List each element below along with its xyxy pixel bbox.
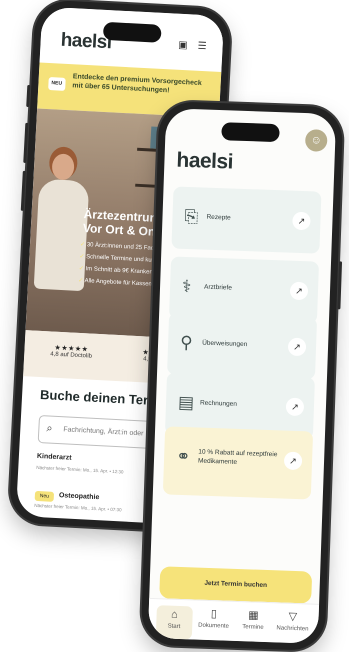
rating-doctolib: ★★★★★ 4,8 auf Doctolib [50, 343, 93, 360]
card-rabatt[interactable]: ⚭ 10 % Rabatt auf rezeptfreie Medikament… [162, 426, 314, 500]
arrow-up-right-icon: ↗ [292, 211, 311, 231]
book-appointment-button[interactable]: Jetzt Termin buchen [159, 566, 313, 604]
tab-termine[interactable]: ▦ Termine [235, 608, 272, 642]
documents-icon: ▯ [210, 608, 218, 621]
card-rezepte[interactable]: ⎘ Rezepte ↗ [171, 186, 322, 254]
appointment-item-kinderarzt[interactable]: Kinderarzt [37, 453, 72, 462]
tab-label: Termine [242, 624, 264, 631]
arrow-up-right-icon: ↗ [287, 337, 307, 357]
user-icon[interactable]: ☺ [304, 129, 328, 152]
front-phone: ☺ haelsi ⎘ Rezepte ↗ ⚕ Arztbriefe ↗ ⚲ Üb… [140, 100, 344, 652]
volume-down-button [20, 170, 26, 211]
tab-start[interactable]: ⌂ Start [155, 605, 193, 640]
card-label: 10 % Rabatt auf rezeptfreie Medikamente [197, 448, 278, 466]
volume-up-button [23, 122, 29, 163]
doctor-letter-icon: ⚕ [181, 276, 192, 297]
tab-bar: ⌂ Start ▯ Dokumente ▦ Termine ▽ Nachrich… [147, 597, 320, 644]
arrow-up-right-icon: ↗ [289, 281, 309, 301]
banner-text: Entdecke den premium Vorsorgecheck mit ü… [72, 73, 202, 95]
tab-dokumente[interactable]: ▯ Dokumente [195, 607, 232, 641]
messages-icon: ▽ [288, 610, 298, 624]
appointment-item-osteopathie[interactable]: Osteopathie [59, 492, 100, 501]
header-icons: ▣ ☰ [178, 40, 207, 52]
card-ueberweisungen[interactable]: ⚲ Überweisungen ↗ [167, 312, 318, 380]
dynamic-island [102, 21, 162, 43]
card-label: Überweisungen [202, 339, 248, 349]
arrow-up-right-icon: ↗ [285, 397, 305, 417]
tab-label: Nachrichten [276, 625, 309, 633]
app-logo[interactable]: haelsi [176, 149, 233, 175]
tab-nachrichten[interactable]: ▽ Nachrichten [274, 609, 311, 643]
menu-icon[interactable]: ☰ [197, 41, 207, 52]
card-label: Rechnungen [199, 399, 238, 408]
calendar-icon: ▦ [247, 609, 259, 622]
front-screen: ☺ haelsi ⎘ Rezepte ↗ ⚕ Arztbriefe ↗ ⚲ Üb… [147, 108, 337, 644]
home-icon: ⌂ [170, 608, 178, 621]
card-label: Arztbriefe [203, 283, 233, 292]
silent-switch [26, 84, 31, 108]
calendar-icon[interactable]: ▣ [178, 40, 188, 51]
prescription-icon: ⎘ [184, 206, 199, 227]
invoice-icon: ▤ [177, 392, 195, 413]
doctor-photo-head [51, 153, 75, 181]
tab-label: Dokumente [198, 622, 229, 630]
search-placeholder: Fachrichtung, Ärzt:in oder [63, 426, 144, 438]
stethoscope-icon: ⚲ [179, 332, 193, 353]
arrow-up-right-icon: ↗ [283, 451, 303, 471]
appointment-next-slot: Nächster freier Termin: Mo., 15. Apr. • … [34, 502, 122, 513]
power-button [337, 261, 343, 310]
new-badge: NEU [48, 77, 66, 91]
search-icon: ⌕ [46, 422, 53, 435]
rating-label: 4,8 auf Doctolib [50, 351, 93, 360]
pills-icon: ⚭ [175, 446, 191, 467]
tab-label: Start [167, 623, 181, 630]
dynamic-island [221, 122, 280, 143]
new-badge: Neu [34, 490, 55, 502]
card-label: Rezepte [206, 213, 231, 222]
appointment-next-slot: Nächster freier Termin: Mo., 15. Apr. • … [36, 464, 124, 475]
